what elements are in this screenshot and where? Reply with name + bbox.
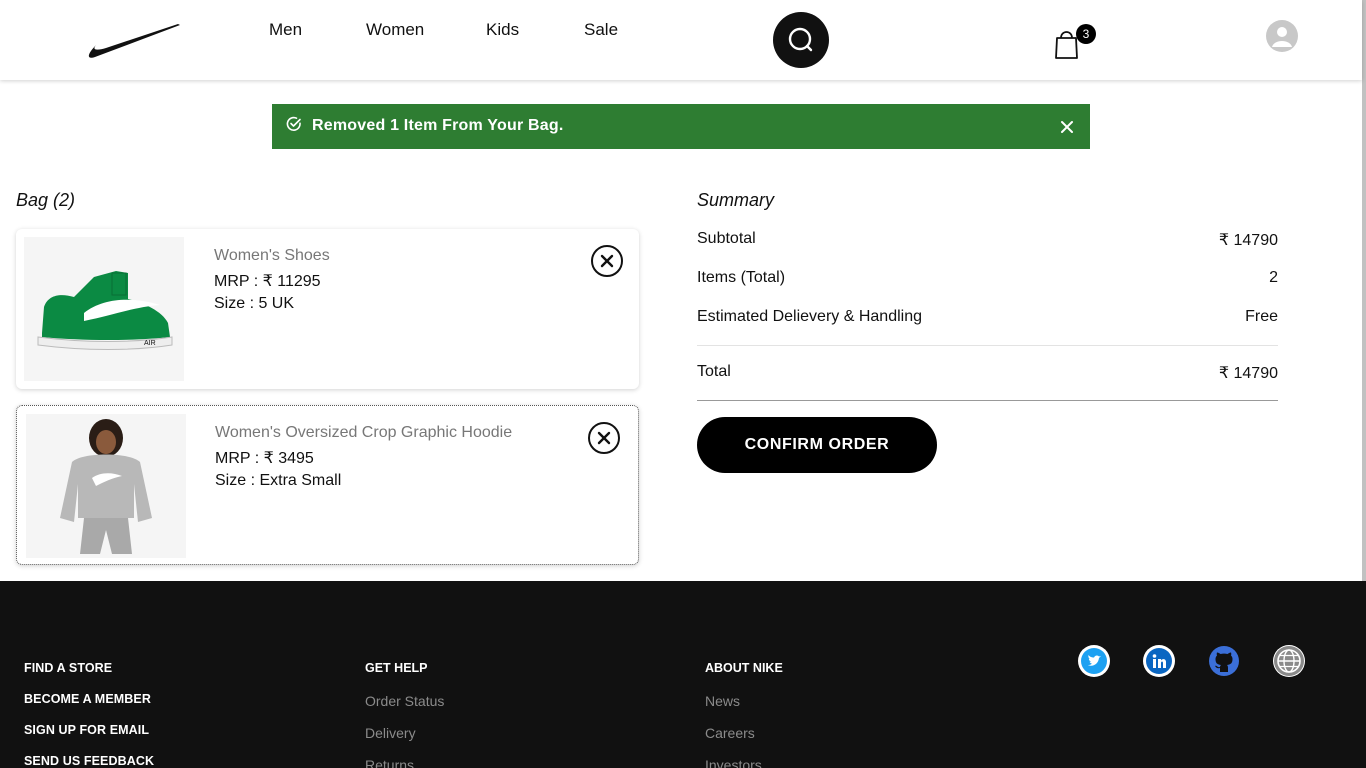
hoodie-image bbox=[26, 414, 186, 558]
linkedin-link[interactable] bbox=[1143, 645, 1175, 677]
close-icon bbox=[597, 431, 611, 445]
summary-row-total: Total ₹ 14790 bbox=[697, 363, 1278, 383]
product-image-hoodie[interactable] bbox=[26, 414, 186, 558]
footer-link-returns[interactable]: Returns bbox=[365, 757, 444, 768]
footer-link-investors[interactable]: Investors bbox=[705, 757, 783, 768]
footer-col-about: ABOUT NIKE News Careers Investors bbox=[705, 661, 783, 768]
search-icon bbox=[788, 27, 813, 52]
github-icon bbox=[1209, 646, 1239, 676]
summary-row-delivery: Estimated Delievery & Handling Free bbox=[697, 308, 1278, 326]
footer-link-news[interactable]: News bbox=[705, 693, 783, 725]
footer-col-help: GET HELP Order Status Delivery Returns bbox=[365, 661, 444, 768]
bag-item: Women's Oversized Crop Graphic Hoodie MR… bbox=[16, 405, 639, 565]
item-name[interactable]: Women's Oversized Crop Graphic Hoodie bbox=[215, 424, 512, 442]
item-mrp: MRP : ₹ 11295 bbox=[214, 273, 321, 290]
footer-link-signup-email[interactable]: SIGN UP FOR EMAIL bbox=[24, 723, 154, 754]
summary-value: ₹ 14790 bbox=[1218, 232, 1278, 249]
footer-col-primary: FIND A STORE BECOME A MEMBER SIGN UP FOR… bbox=[24, 661, 154, 768]
nav-men[interactable]: Men bbox=[269, 20, 302, 40]
header: Men Women Kids Sale 3 bbox=[0, 0, 1362, 80]
footer-heading: ABOUT NIKE bbox=[705, 661, 783, 675]
page: Men Women Kids Sale 3 Removed 1 Item Fro… bbox=[0, 0, 1366, 768]
shoe-image: AIR bbox=[24, 237, 184, 381]
twitter-icon bbox=[1081, 648, 1107, 674]
summary-label: Total bbox=[697, 363, 731, 380]
twitter-link[interactable] bbox=[1078, 645, 1110, 677]
nav-sale[interactable]: Sale bbox=[584, 20, 618, 40]
item-size: Size : Extra Small bbox=[215, 472, 342, 489]
scrollbar-track[interactable] bbox=[1362, 0, 1366, 581]
item-mrp: MRP : ₹ 3495 bbox=[215, 450, 314, 467]
summary-divider bbox=[697, 400, 1278, 401]
summary-divider bbox=[697, 345, 1278, 346]
footer-heading: GET HELP bbox=[365, 661, 428, 675]
nav-kids[interactable]: Kids bbox=[486, 20, 519, 40]
footer: FIND A STORE BECOME A MEMBER SIGN UP FOR… bbox=[0, 581, 1366, 768]
summary-label: Subtotal bbox=[697, 230, 756, 247]
bag-item: AIR Women's Shoes MRP : ₹ 11295 Size : 5… bbox=[16, 229, 639, 389]
summary-value: ₹ 14790 bbox=[1218, 365, 1278, 382]
summary-row-subtotal: Subtotal ₹ 14790 bbox=[697, 230, 1278, 250]
confirm-order-button[interactable]: CONFIRM ORDER bbox=[697, 417, 937, 473]
website-link[interactable] bbox=[1273, 645, 1305, 677]
nav-women[interactable]: Women bbox=[366, 20, 424, 40]
svg-text:AIR: AIR bbox=[144, 340, 156, 347]
footer-link-order-status[interactable]: Order Status bbox=[365, 693, 444, 725]
summary-row-items: Items (Total) 2 bbox=[697, 269, 1278, 287]
avatar[interactable] bbox=[1266, 20, 1298, 52]
summary-label: Estimated Delievery & Handling bbox=[697, 308, 922, 325]
footer-link-find-store[interactable]: FIND A STORE bbox=[24, 661, 154, 692]
linkedin-icon bbox=[1146, 648, 1172, 674]
footer-link-careers[interactable]: Careers bbox=[705, 725, 783, 757]
remove-item-button[interactable] bbox=[591, 245, 623, 277]
summary-label: Items (Total) bbox=[697, 269, 786, 286]
footer-link-send-feedback[interactable]: SEND US FEEDBACK bbox=[24, 754, 154, 768]
toast-message: Removed 1 Item From Your Bag. bbox=[312, 117, 564, 134]
cart-count-badge: 3 bbox=[1076, 24, 1096, 44]
close-icon bbox=[600, 254, 614, 268]
item-name[interactable]: Women's Shoes bbox=[214, 247, 330, 265]
product-image-shoe[interactable]: AIR bbox=[24, 237, 184, 381]
nike-logo[interactable] bbox=[86, 22, 182, 60]
bag-title: Bag (2) bbox=[16, 190, 76, 210]
footer-link-delivery[interactable]: Delivery bbox=[365, 725, 444, 757]
scrollbar-thumb[interactable] bbox=[1362, 0, 1366, 581]
summary-value: Free bbox=[1245, 308, 1278, 325]
summary-title: Summary bbox=[697, 190, 775, 210]
search-button[interactable] bbox=[773, 12, 829, 68]
remove-item-button[interactable] bbox=[588, 422, 620, 454]
globe-icon bbox=[1274, 646, 1304, 676]
notification-toast: Removed 1 Item From Your Bag. bbox=[272, 104, 1090, 149]
summary-value: 2 bbox=[1269, 269, 1278, 286]
close-icon[interactable] bbox=[1060, 120, 1074, 134]
item-size: Size : 5 UK bbox=[214, 295, 295, 312]
footer-link-become-member[interactable]: BECOME A MEMBER bbox=[24, 692, 154, 723]
user-icon bbox=[1272, 27, 1292, 47]
check-circle-icon bbox=[286, 116, 301, 131]
github-link[interactable] bbox=[1208, 645, 1240, 677]
